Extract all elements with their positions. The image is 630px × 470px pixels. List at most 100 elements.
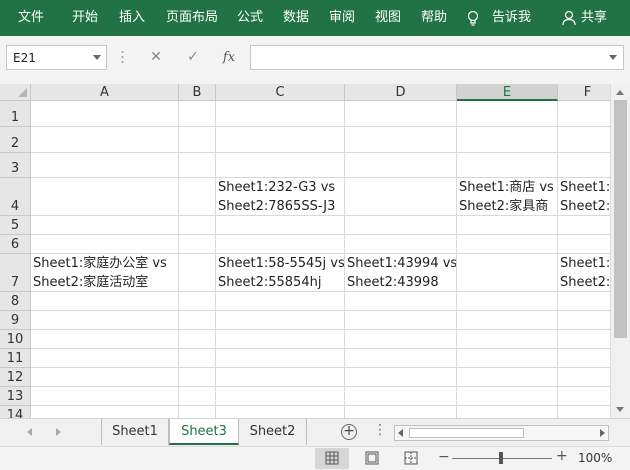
worksheet-grid: A B C D E F 1 2 3 4 5 6 7 8 9 10 11 12 1… — [0, 84, 610, 418]
chevron-down-icon[interactable] — [93, 55, 101, 60]
column-header-e[interactable]: E — [457, 84, 558, 101]
person-icon[interactable] — [562, 10, 576, 26]
select-all-button[interactable] — [0, 84, 31, 101]
row-header-6[interactable]: 6 — [0, 235, 31, 254]
normal-view-icon — [315, 448, 349, 469]
gridline — [31, 367, 610, 368]
status-bar: − + 100% — [0, 446, 630, 470]
row-number: 4 — [0, 199, 30, 214]
row-header-7[interactable]: 7 — [0, 254, 31, 292]
row-number: 12 — [0, 370, 30, 385]
gridline — [31, 152, 610, 153]
page-layout-view-icon — [355, 448, 389, 469]
row-number: 6 — [0, 237, 30, 252]
zoom-in-button[interactable]: + — [556, 448, 568, 464]
row-header-11[interactable]: 11 — [0, 349, 31, 368]
row-header-2[interactable]: 2 — [0, 127, 31, 153]
row-header-9[interactable]: 9 — [0, 311, 31, 330]
scroll-left-icon[interactable] — [398, 429, 403, 437]
column-header-a[interactable]: A — [31, 84, 179, 101]
insert-function-button[interactable]: fx — [216, 45, 242, 70]
vertical-scroll-thumb[interactable] — [614, 100, 627, 338]
gridline — [31, 126, 610, 127]
cell-a7[interactable]: Sheet1:家庭办公室 vs Sheet2:家庭活动室 — [31, 254, 178, 292]
enter-icon[interactable]: ✓ — [180, 45, 206, 70]
row-number: 10 — [0, 332, 30, 347]
column-header-b[interactable]: B — [179, 84, 216, 101]
page-break-view-button[interactable] — [394, 448, 428, 469]
row-header-10[interactable]: 10 — [0, 330, 31, 349]
gridline — [31, 348, 610, 349]
cell-area[interactable]: Sheet1:232-G3 vs Sheet2:7865SS-J3 Sheet1… — [31, 101, 610, 418]
share-button[interactable]: 共享 — [581, 0, 607, 36]
scroll-down-icon[interactable] — [616, 407, 624, 412]
formula-input[interactable] — [250, 45, 624, 70]
row-number: 2 — [0, 136, 30, 151]
cancel-icon[interactable]: ✕ — [143, 45, 169, 70]
row-number: 9 — [0, 313, 30, 328]
name-box-value: E21 — [13, 51, 36, 65]
zoom-slider-thumb[interactable] — [499, 452, 503, 464]
tell-me-search[interactable]: 告诉我 — [492, 0, 531, 36]
row-number: 13 — [0, 389, 30, 404]
cell-c7[interactable]: Sheet1:58-5545j vs Sheet2:55854hj — [216, 254, 344, 292]
cell-e4[interactable]: Sheet1:商店 vs Sheet2:家具商 — [457, 178, 557, 216]
prev-sheet-icon[interactable] — [27, 428, 32, 436]
zoom-out-button[interactable]: − — [438, 449, 450, 465]
column-header-d[interactable]: D — [345, 84, 457, 101]
vertical-scrollbar[interactable] — [610, 84, 630, 418]
tab-view[interactable]: 视图 — [375, 0, 401, 36]
next-sheet-icon[interactable] — [56, 428, 61, 436]
page-layout-view-button[interactable] — [355, 448, 389, 469]
tab-insert[interactable]: 插入 — [119, 0, 145, 36]
row-number: 11 — [0, 351, 30, 366]
drag-handle-icon[interactable] — [121, 49, 124, 65]
cell-c4[interactable]: Sheet1:232-G3 vs Sheet2:7865SS-J3 — [216, 178, 344, 216]
sheet-tab-sheet1[interactable]: Sheet1 — [101, 419, 169, 445]
tab-review[interactable]: 审阅 — [329, 0, 355, 36]
sheet-tab-sheet2[interactable]: Sheet2 — [239, 419, 307, 445]
zoom-level[interactable]: 100% — [578, 451, 612, 465]
scroll-right-icon[interactable] — [600, 429, 605, 437]
cell-f4[interactable]: Sheet1: Sheet2: — [558, 178, 610, 216]
formula-row: E21 ✕ ✓ fx — [0, 36, 630, 84]
tab-data[interactable]: 数据 — [283, 0, 309, 36]
horizontal-scrollbar[interactable] — [394, 425, 609, 441]
gridline — [31, 405, 610, 406]
name-box[interactable]: E21 — [6, 45, 107, 70]
row-number: 3 — [0, 161, 30, 176]
gridline — [31, 234, 610, 235]
row-header-5[interactable]: 5 — [0, 216, 31, 235]
sheet-tab-sheet3[interactable]: Sheet3 — [169, 419, 239, 445]
row-number: 1 — [0, 110, 30, 125]
row-header-13[interactable]: 13 — [0, 387, 31, 406]
row-header-12[interactable]: 12 — [0, 368, 31, 387]
tab-split-handle[interactable]: ⋮ — [373, 422, 387, 438]
row-header-4[interactable]: 4 — [0, 178, 31, 216]
row-number: 8 — [0, 294, 30, 309]
tab-file[interactable]: 文件 — [18, 0, 44, 36]
row-header-8[interactable]: 8 — [0, 292, 31, 311]
tab-home[interactable]: 开始 — [72, 0, 98, 36]
normal-view-button[interactable] — [315, 448, 349, 469]
lightbulb-icon[interactable] — [467, 10, 479, 26]
gridline — [31, 386, 610, 387]
ribbon-menu-bar: 文件 开始 插入 页面布局 公式 数据 审阅 视图 帮助 告诉我 共享 — [0, 0, 630, 36]
row-header-1[interactable]: 1 — [0, 101, 31, 127]
row-header-3[interactable]: 3 — [0, 153, 31, 178]
tab-page-layout[interactable]: 页面布局 — [166, 0, 218, 36]
row-header-14[interactable]: 14 — [0, 406, 31, 418]
add-sheet-icon[interactable]: + — [341, 424, 357, 440]
row-number: 14 — [0, 408, 30, 418]
tab-formulas[interactable]: 公式 — [237, 0, 263, 36]
cell-d7[interactable]: Sheet1:43994 vs Sheet2:43998 — [345, 254, 456, 292]
horizontal-scroll-thumb[interactable] — [409, 428, 524, 438]
column-header-f[interactable]: F — [558, 84, 610, 101]
cell-f7[interactable]: Sheet1: Sheet2: — [558, 254, 610, 292]
tab-help[interactable]: 帮助 — [421, 0, 447, 36]
page-break-view-icon — [394, 448, 428, 469]
scroll-up-icon[interactable] — [616, 90, 624, 95]
gridline — [31, 329, 610, 330]
column-header-c[interactable]: C — [216, 84, 345, 101]
expand-formula-icon[interactable] — [609, 55, 617, 60]
